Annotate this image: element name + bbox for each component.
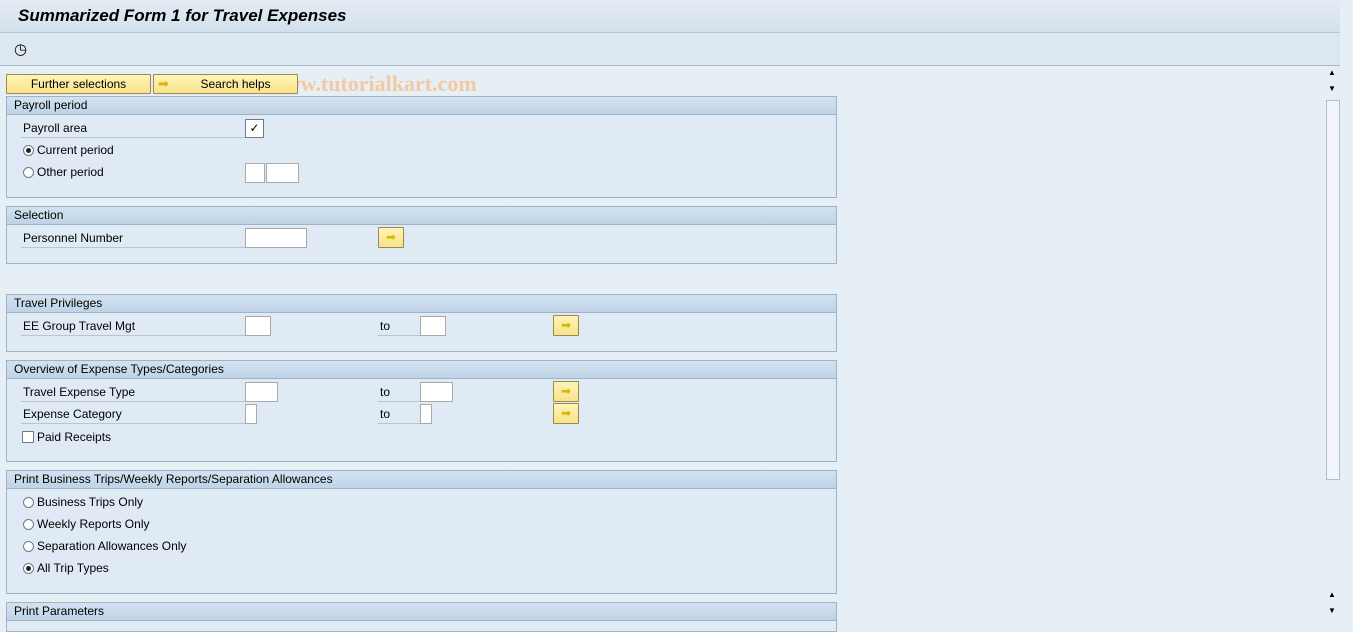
payroll-area-checkbox[interactable]: ✓ xyxy=(245,119,264,138)
search-helps-label: Search helps xyxy=(200,77,271,91)
all-trip-types-radio[interactable] xyxy=(23,563,34,574)
option-label: Separation Allowances Only xyxy=(37,539,187,553)
scroll-thumb[interactable] xyxy=(1326,100,1340,480)
business-trips-radio[interactable] xyxy=(23,497,34,508)
current-period-radio[interactable] xyxy=(23,145,34,156)
paid-receipts-label: Paid Receipts xyxy=(37,430,112,444)
scroll-up-icon[interactable]: ▲ xyxy=(1328,68,1336,77)
payroll-area-label: Payroll area xyxy=(21,120,246,138)
scroll-up-icon[interactable]: ▲ xyxy=(1328,590,1336,599)
to-label: to xyxy=(378,384,420,402)
year-input[interactable] xyxy=(266,163,299,183)
expense-category-from-input[interactable] xyxy=(245,404,257,424)
expense-category-to-input[interactable] xyxy=(420,404,432,424)
group-header: Travel Privileges xyxy=(7,295,836,313)
multiple-selection-button[interactable]: ➡ xyxy=(378,227,404,248)
ee-group-label: EE Group Travel Mgt xyxy=(21,318,246,336)
weekly-reports-radio[interactable] xyxy=(23,519,34,530)
ee-group-from-input[interactable] xyxy=(245,316,271,336)
execute-clock-icon[interactable]: ◷ xyxy=(14,40,27,58)
scroll-down-icon[interactable]: ▼ xyxy=(1328,606,1336,615)
option-label: Weekly Reports Only xyxy=(37,517,150,531)
option-label: All Trip Types xyxy=(37,561,109,575)
group-header: Selection xyxy=(7,207,836,225)
other-period-label: Other period xyxy=(37,165,104,179)
search-helps-button[interactable]: ➡ Search helps xyxy=(153,74,298,94)
selection-group: Selection Personnel Number ➡ xyxy=(6,206,837,264)
expense-type-to-input[interactable] xyxy=(420,382,453,402)
other-period-radio[interactable] xyxy=(23,167,34,178)
personnel-number-input[interactable] xyxy=(245,228,307,248)
expense-category-label: Expense Category xyxy=(21,406,246,424)
further-selections-button[interactable]: Further selections xyxy=(6,74,151,94)
vertical-scrollbar[interactable]: ▲ ▼ ▲ ▼ xyxy=(1325,66,1340,622)
group-header: Overview of Expense Types/Categories xyxy=(7,361,836,379)
to-label: to xyxy=(378,318,420,336)
expense-type-from-input[interactable] xyxy=(245,382,278,402)
multiple-selection-button[interactable]: ➡ xyxy=(553,315,579,336)
paid-receipts-checkbox[interactable] xyxy=(22,431,34,443)
scroll-down-icon[interactable]: ▼ xyxy=(1328,84,1336,93)
separation-allowances-radio[interactable] xyxy=(23,541,34,552)
ee-group-to-input[interactable] xyxy=(420,316,446,336)
option-label: Business Trips Only xyxy=(37,495,144,509)
multiple-selection-button[interactable]: ➡ xyxy=(553,381,579,402)
group-header: Print Parameters xyxy=(7,603,836,621)
toolbar: ◷ © www.tutorialkart.com xyxy=(0,33,1340,96)
multiple-selection-arrow-icon: ➡ xyxy=(158,76,169,91)
period-input[interactable] xyxy=(245,163,265,183)
title-bar: Summarized Form 1 for Travel Expenses xyxy=(0,0,1340,33)
print-trips-group: Print Business Trips/Weekly Reports/Sepa… xyxy=(6,470,837,594)
group-header: Payroll period xyxy=(7,97,836,115)
current-period-label: Current period xyxy=(37,143,114,157)
expense-types-group: Overview of Expense Types/Categories Tra… xyxy=(6,360,837,462)
travel-privileges-group: Travel Privileges EE Group Travel Mgt to… xyxy=(6,294,837,352)
payroll-period-group: Payroll period Payroll area ✓ Current pe… xyxy=(6,96,837,198)
group-header: Print Business Trips/Weekly Reports/Sepa… xyxy=(7,471,836,489)
to-label: to xyxy=(378,406,420,424)
personnel-number-label: Personnel Number xyxy=(21,230,246,248)
travel-expense-type-label: Travel Expense Type xyxy=(21,384,246,402)
multiple-selection-button[interactable]: ➡ xyxy=(553,403,579,424)
page-title: Summarized Form 1 for Travel Expenses xyxy=(18,6,347,25)
